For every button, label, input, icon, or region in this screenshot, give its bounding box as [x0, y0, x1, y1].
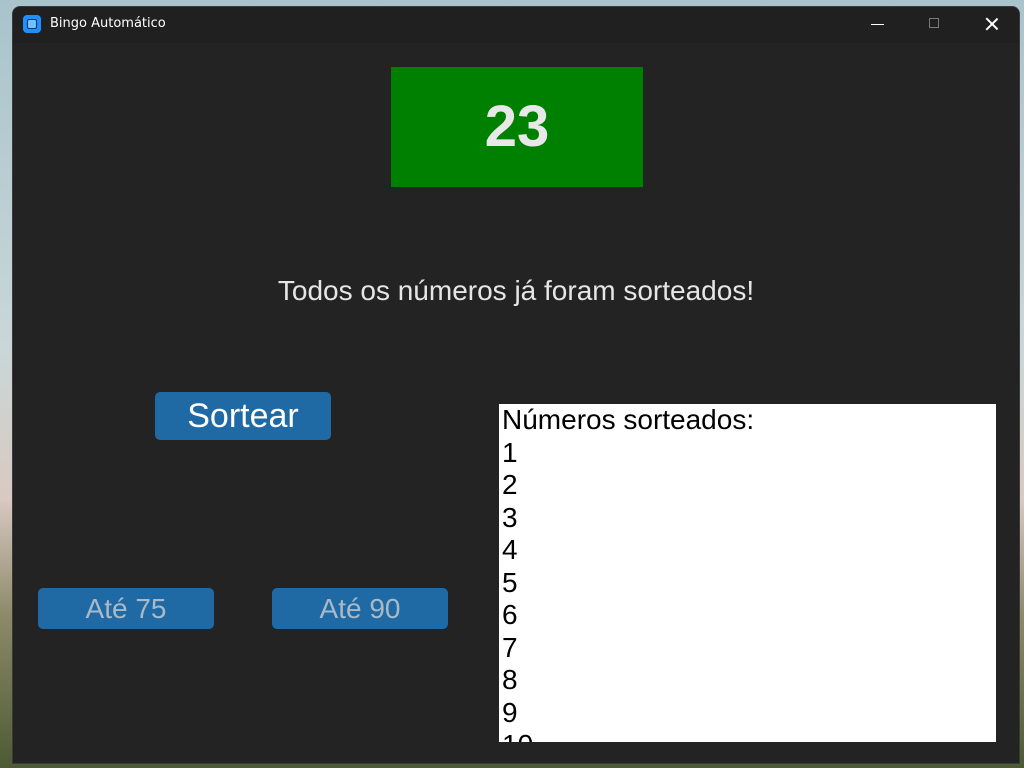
status-message: Todos os números já foram sorteados!	[277, 275, 755, 306]
list-item: 1	[502, 436, 518, 468]
current-number-display: 23	[391, 67, 643, 187]
title-bar[interactable]: Bingo Automático	[13, 7, 1019, 43]
list-item: 7	[502, 631, 518, 663]
list-item: 6	[502, 599, 518, 630]
list-item: 3	[502, 501, 518, 533]
maximize-button[interactable]	[906, 7, 962, 41]
minimize-button[interactable]	[849, 7, 905, 41]
app-icon	[23, 15, 41, 33]
app-window: Bingo Automático 23 Todos os números já …	[12, 6, 1020, 764]
minimize-icon	[871, 24, 884, 25]
list-item: 5	[502, 566, 518, 598]
drawn-numbers-list[interactable]: Números sorteados: 1 2 3 4 5 6 7 8 9 10	[499, 404, 996, 742]
list-item: 10	[502, 729, 996, 742]
list-item: 9	[502, 696, 518, 728]
list-item: 2	[502, 469, 518, 500]
list-item: 8	[502, 664, 518, 695]
close-icon	[984, 16, 1000, 32]
close-button[interactable]	[963, 7, 1019, 41]
range-90-button[interactable]: Até 90	[272, 588, 448, 629]
list-item: 4	[502, 534, 518, 565]
range-75-button[interactable]: Até 75	[38, 588, 214, 629]
window-title: Bingo Automático	[50, 16, 166, 31]
drawn-list-header: Números sorteados:	[502, 404, 755, 435]
maximize-icon	[929, 18, 939, 28]
draw-button[interactable]: Sortear	[155, 392, 331, 440]
